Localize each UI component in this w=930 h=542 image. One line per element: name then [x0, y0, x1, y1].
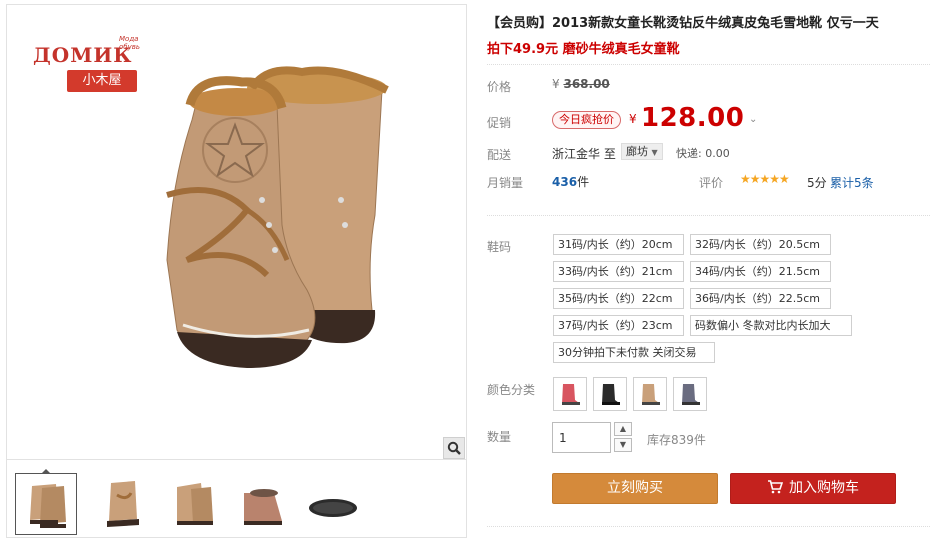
main-product-image[interactable]: Мода обувь ДОМИК 小木屋	[7, 5, 466, 459]
original-price-symbol: ¥	[552, 77, 560, 91]
boot-black-icon	[602, 384, 620, 405]
chevron-down-icon: ▼	[651, 148, 658, 157]
ship-from: 浙江金华 至	[552, 147, 616, 161]
rating-score: 5分	[807, 176, 827, 190]
active-thumb-arrow	[41, 469, 51, 474]
thumb-boot-sole-icon	[309, 499, 357, 517]
thumb-boot-inner-icon	[244, 489, 282, 525]
original-price: ¥ 368.00	[552, 77, 610, 91]
size-option-37[interactable]: 37码/内长（约）23cm	[553, 315, 684, 336]
monthly-sales: 436件	[552, 173, 589, 190]
quantity-input[interactable]	[552, 422, 611, 453]
color-label: 颜色分类	[487, 383, 536, 397]
color-option-red[interactable]	[553, 377, 587, 411]
chevron-up-icon: ▲	[619, 424, 627, 433]
sales-label: 月销量	[487, 176, 524, 190]
thumb-boot-side-icon	[107, 481, 139, 527]
boots-illustration	[166, 66, 389, 368]
rating-stars-icon: ★★★★★	[740, 172, 790, 186]
thumbnail-strip	[7, 459, 466, 537]
thumbnail-4[interactable]	[234, 473, 296, 535]
quantity-label: 数量	[487, 430, 512, 444]
color-option-black[interactable]	[593, 377, 627, 411]
unpaid-notice-option[interactable]: 30分钟拍下未付款 关闭交易	[553, 342, 715, 363]
cart-icon	[768, 479, 783, 493]
price-label: 价格	[487, 80, 512, 94]
size-note-option[interactable]: 码数偏小 冬款对比内长加大	[690, 315, 852, 336]
divider	[487, 64, 930, 65]
thumbnail-1[interactable]	[15, 469, 77, 535]
shipping-fee: 快递: 0.00	[676, 147, 730, 160]
product-title: 【会员购】2013新款女童长靴烫钻反牛绒真皮兔毛雪地靴 仅亏一天	[487, 16, 879, 31]
add-to-cart-button[interactable]: 加入购物车	[730, 473, 896, 504]
size-option-31[interactable]: 31码/内长（约）20cm	[553, 234, 684, 255]
stock-count: 库存839件	[647, 433, 706, 447]
product-info: 【会员购】2013新款女童长靴烫钻反牛绒真皮兔毛雪地靴 仅亏一天 拍下49.9元…	[487, 0, 930, 542]
product-gallery: Мода обувь ДОМИК 小木屋	[6, 4, 467, 538]
review-count-link[interactable]: 累计5条	[830, 174, 874, 191]
color-option-beige[interactable]	[633, 377, 667, 411]
size-option-36[interactable]: 36码/内长（约）22.5cm	[690, 288, 831, 309]
quantity-decrease-button[interactable]: ▼	[614, 438, 632, 452]
add-to-cart-label: 加入购物车	[789, 480, 859, 496]
thumbnail-2[interactable]	[91, 473, 153, 535]
buy-now-button[interactable]: 立刻购买	[552, 473, 718, 504]
rating-label: 评价	[699, 176, 724, 190]
divider	[487, 526, 930, 527]
boot-red-icon	[562, 384, 580, 405]
size-option-33[interactable]: 33码/内长（约）21cm	[553, 261, 684, 282]
sales-unit: 件	[577, 175, 590, 189]
divider	[487, 215, 930, 216]
boot-beige-icon	[642, 384, 660, 405]
thumb-boots-pair-icon	[30, 484, 66, 528]
ship-destination-value: 廊坊	[626, 145, 648, 158]
sales-count: 436	[552, 175, 578, 189]
shipping-label: 配送	[487, 148, 512, 162]
original-price-value: 368.00	[563, 77, 610, 91]
thumb-boot-back-icon	[177, 483, 213, 525]
thumbnail-5[interactable]	[303, 473, 365, 535]
boot-gray-icon	[682, 384, 700, 405]
promo-badge: 今日疯抢价	[552, 111, 621, 129]
zoom-button[interactable]	[443, 437, 465, 459]
thumbnail-3[interactable]	[163, 473, 225, 535]
product-subtitle: 拍下49.9元 磨砂牛绒真毛女童靴	[487, 42, 680, 57]
magnifier-icon	[447, 441, 461, 455]
ship-destination-select[interactable]: 廊坊 ▼	[621, 143, 663, 160]
price-more-chevron-icon[interactable]: ⌄	[749, 114, 757, 125]
size-option-35[interactable]: 35码/内长（约）22cm	[553, 288, 684, 309]
promo-price: 128.00	[641, 103, 745, 133]
size-label: 鞋码	[487, 240, 512, 254]
size-option-32[interactable]: 32码/内长（约）20.5cm	[690, 234, 831, 255]
color-option-gray[interactable]	[673, 377, 707, 411]
promo-label: 促销	[487, 116, 512, 130]
quantity-increase-button[interactable]: ▲	[614, 422, 632, 436]
size-option-34[interactable]: 34码/内长（约）21.5cm	[690, 261, 831, 282]
promo-price-symbol: ¥	[629, 112, 637, 126]
chevron-down-icon: ▼	[619, 440, 627, 449]
